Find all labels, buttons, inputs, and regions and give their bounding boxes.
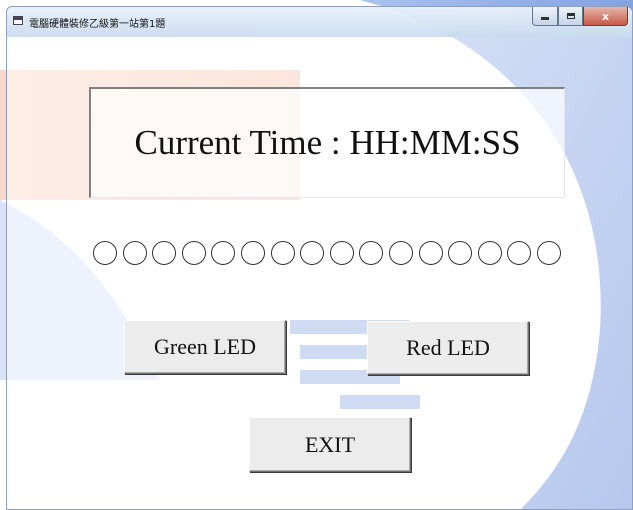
window-title: 電腦硬體裝修乙級第一站第1題 xyxy=(29,19,166,30)
form-client-area: Current Time : HH:MM:SS Green LED Red LE… xyxy=(11,37,628,505)
led-indicator xyxy=(359,241,384,265)
title-bar[interactable]: 電腦硬體裝修乙級第一站第1題 x xyxy=(7,7,632,37)
led-indicator-row xyxy=(93,241,573,269)
led-indicator xyxy=(448,241,473,265)
red-led-button[interactable]: Red LED xyxy=(367,321,529,375)
led-indicator xyxy=(329,241,354,265)
led-indicator xyxy=(270,241,295,265)
app-window: 電腦硬體裝修乙級第一站第1題 x Current Time : HH:MM:SS… xyxy=(6,6,633,510)
led-indicator xyxy=(300,241,325,265)
led-indicator xyxy=(152,241,177,265)
screenshot-stage: 電腦硬體裝修乙級第一站第1題 x Current Time : HH:MM:SS… xyxy=(0,0,633,510)
green-led-button[interactable]: Green LED xyxy=(124,320,286,374)
led-indicator xyxy=(507,241,532,265)
led-indicator xyxy=(537,241,561,265)
minimize-icon xyxy=(541,17,549,20)
led-indicator xyxy=(477,241,502,265)
maximize-button[interactable] xyxy=(558,7,583,26)
led-indicator xyxy=(418,241,443,265)
led-indicator xyxy=(181,241,206,265)
current-time-text: Current Time : HH:MM:SS xyxy=(134,123,521,162)
led-indicator xyxy=(122,241,147,265)
maximize-icon xyxy=(566,13,575,19)
led-indicator xyxy=(211,241,236,265)
window-app-icon[interactable] xyxy=(13,16,23,25)
led-indicator xyxy=(93,241,117,265)
time-display-label: Current Time : HH:MM:SS xyxy=(89,87,565,198)
led-indicator xyxy=(389,241,413,265)
minimize-button[interactable] xyxy=(532,7,558,26)
led-indicator xyxy=(241,241,265,265)
close-button[interactable]: x xyxy=(583,7,628,26)
exit-button[interactable]: EXIT xyxy=(249,417,411,472)
close-icon: x xyxy=(601,9,610,23)
